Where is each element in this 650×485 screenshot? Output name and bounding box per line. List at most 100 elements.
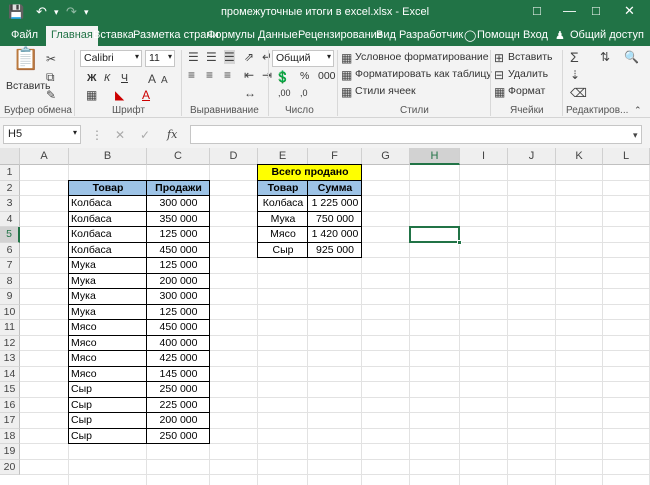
column-header-C[interactable]: C bbox=[147, 148, 210, 165]
fill-icon[interactable]: ⇣ bbox=[570, 68, 580, 82]
expand-formula-icon[interactable]: ▾ bbox=[633, 128, 638, 142]
fill-color-icon[interactable]: ◣ bbox=[115, 88, 124, 102]
increase-decimal-icon[interactable]: ,00 bbox=[278, 88, 291, 98]
ribbon-display-icon[interactable]: □ bbox=[533, 3, 541, 18]
row-header-19[interactable]: 19 bbox=[0, 444, 20, 460]
fill-handle[interactable] bbox=[457, 239, 462, 245]
row-header-6[interactable]: 6 bbox=[0, 242, 20, 258]
paste-icon[interactable]: 📋 bbox=[12, 48, 39, 70]
row-header-7[interactable]: 7 bbox=[0, 258, 20, 274]
tab-insert[interactable]: Вставка bbox=[93, 29, 134, 41]
align-left-icon[interactable]: ≡ bbox=[188, 68, 195, 82]
column-header-J[interactable]: J bbox=[508, 148, 556, 165]
insert-cells-icon[interactable]: ⊞ bbox=[494, 51, 504, 65]
format-cells-icon[interactable]: ▦ bbox=[494, 85, 505, 99]
close-icon[interactable]: ✕ bbox=[624, 3, 635, 19]
select-all-corner[interactable] bbox=[0, 148, 20, 165]
formula-input[interactable] bbox=[190, 125, 642, 144]
percent-icon[interactable]: % bbox=[300, 70, 309, 82]
row-header-16[interactable]: 16 bbox=[0, 397, 20, 413]
format-as-table-button[interactable]: Форматировать как таблицу bbox=[355, 68, 492, 80]
column-header-G[interactable]: G bbox=[362, 148, 410, 165]
row-header-18[interactable]: 18 bbox=[0, 428, 20, 444]
italic-icon[interactable]: К bbox=[104, 72, 110, 84]
decrease-font-icon[interactable]: A bbox=[161, 74, 168, 88]
tab-page-layout[interactable]: Разметка страни bbox=[133, 29, 219, 41]
row-header-14[interactable]: 14 bbox=[0, 366, 20, 382]
borders-icon[interactable]: ▦ bbox=[86, 88, 97, 102]
conditional-format-button[interactable]: Условное форматирование bbox=[355, 51, 489, 63]
tab-developer[interactable]: Разработчик bbox=[399, 29, 463, 41]
align-right-icon[interactable]: ≡ bbox=[224, 68, 231, 82]
tab-home[interactable]: Главная bbox=[46, 26, 98, 46]
orientation-icon[interactable]: ⇗ bbox=[244, 50, 254, 64]
row-header-3[interactable]: 3 bbox=[0, 196, 20, 212]
align-top-icon[interactable]: ☰ bbox=[188, 50, 199, 64]
currency-icon[interactable]: 💲 bbox=[275, 70, 290, 84]
copy-icon[interactable]: ⧉ bbox=[46, 70, 55, 84]
row-header-4[interactable]: 4 bbox=[0, 211, 20, 227]
delete-cells-button[interactable]: Удалить bbox=[508, 68, 548, 80]
align-bottom-icon[interactable]: ☰ bbox=[224, 50, 235, 64]
row-header-11[interactable]: 11 bbox=[0, 320, 20, 336]
align-center-icon[interactable]: ≡ bbox=[206, 68, 213, 82]
font-size-dropdown[interactable]: 11 ▾ bbox=[145, 50, 175, 67]
row-header-15[interactable]: 15 bbox=[0, 382, 20, 398]
decrease-indent-icon[interactable]: ⇤ bbox=[244, 68, 254, 82]
sign-in-button[interactable]: Вход bbox=[523, 29, 548, 41]
column-header-D[interactable]: D bbox=[210, 148, 258, 165]
selected-cell-h5[interactable] bbox=[409, 226, 460, 243]
cut-icon[interactable]: ✂ bbox=[46, 52, 56, 66]
tab-view[interactable]: Вид bbox=[376, 29, 396, 41]
tell-me-button[interactable]: Помощн bbox=[477, 29, 520, 41]
enter-icon[interactable]: ✓ bbox=[140, 128, 150, 142]
tab-file[interactable]: Файл bbox=[11, 29, 38, 41]
column-header-L[interactable]: L bbox=[603, 148, 650, 165]
row-header-1[interactable]: 1 bbox=[0, 165, 20, 181]
insert-cells-button[interactable]: Вставить bbox=[508, 51, 553, 63]
font-name-dropdown[interactable]: Calibri ▾ bbox=[80, 50, 142, 67]
sort-filter-icon[interactable]: ⇅ bbox=[600, 50, 610, 64]
column-header-A[interactable]: A bbox=[20, 148, 69, 165]
column-header-E[interactable]: E bbox=[258, 148, 308, 165]
cancel-icon[interactable]: ✕ bbox=[115, 128, 125, 142]
clear-icon[interactable]: ⌫ bbox=[570, 86, 587, 100]
row-header-17[interactable]: 17 bbox=[0, 413, 20, 429]
cell-styles-button[interactable]: Стили ячеек bbox=[355, 85, 416, 97]
column-header-K[interactable]: K bbox=[556, 148, 603, 165]
collapse-ribbon-icon[interactable]: ⌃ bbox=[634, 103, 642, 117]
format-cells-button[interactable]: Формат bbox=[508, 85, 545, 97]
name-box[interactable]: H5 ▾ bbox=[3, 125, 81, 144]
font-color-icon[interactable]: A bbox=[142, 88, 150, 102]
comma-style-icon[interactable]: 000 bbox=[318, 70, 336, 82]
row-header-8[interactable]: 8 bbox=[0, 273, 20, 289]
merge-center-icon[interactable]: ↔ bbox=[244, 86, 256, 100]
underline-icon[interactable]: Ч bbox=[121, 72, 128, 84]
row-header-10[interactable]: 10 bbox=[0, 304, 20, 320]
tab-review[interactable]: Рецензирование bbox=[298, 29, 383, 41]
paste-label[interactable]: Вставить bbox=[6, 80, 51, 92]
worksheet-grid[interactable]: ABCDEFGHIJKL 1 2 3 4 5 6 7 8 9 10 11 12 13 14 15 16 17 18… bbox=[0, 148, 650, 485]
row-header-2[interactable]: 2 bbox=[0, 180, 20, 196]
cell-styles-icon[interactable]: ▦ bbox=[341, 85, 352, 99]
find-select-icon[interactable]: 🔍 bbox=[624, 50, 639, 64]
bold-icon[interactable]: Ж bbox=[87, 72, 97, 84]
minimize-icon[interactable]: — bbox=[563, 3, 576, 18]
decrease-decimal-icon[interactable]: ,0 bbox=[300, 88, 308, 98]
format-painter-icon[interactable]: ✎ bbox=[46, 88, 56, 102]
insert-function-icon[interactable]: fx bbox=[167, 128, 177, 142]
autosum-icon[interactable]: Σ bbox=[570, 50, 579, 64]
tab-data[interactable]: Данные bbox=[258, 29, 298, 41]
format-table-icon[interactable]: ▦ bbox=[341, 68, 352, 82]
row-header-13[interactable]: 13 bbox=[0, 351, 20, 367]
share-button[interactable]: Общий доступ bbox=[570, 29, 644, 41]
tab-formulas[interactable]: Формулы bbox=[207, 29, 255, 41]
row-header-20[interactable]: 20 bbox=[0, 459, 20, 475]
column-header-F[interactable]: F bbox=[308, 148, 362, 165]
maximize-icon[interactable]: □ bbox=[592, 3, 600, 18]
column-header-B[interactable]: B bbox=[69, 148, 147, 165]
row-header-12[interactable]: 12 bbox=[0, 335, 20, 351]
number-format-dropdown[interactable]: Общий ▾ bbox=[272, 50, 334, 67]
column-header-H[interactable]: H bbox=[410, 148, 460, 165]
column-header-I[interactable]: I bbox=[460, 148, 508, 165]
